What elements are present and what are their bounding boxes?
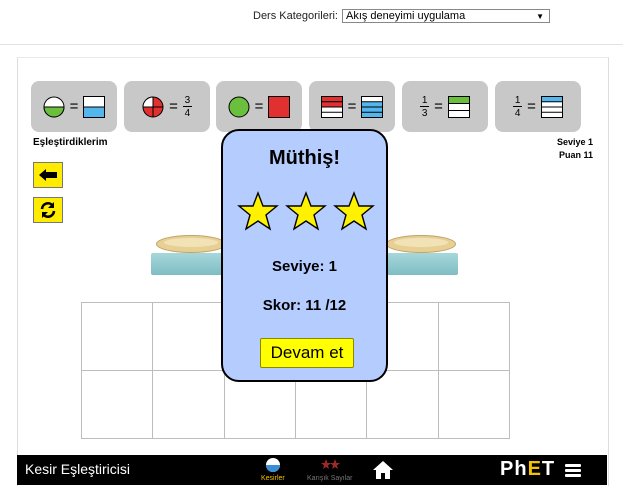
grid-cell[interactable] (82, 303, 154, 371)
hamburger-menu-icon[interactable] (565, 464, 581, 477)
home-button[interactable] (372, 460, 394, 485)
equals-sign: = (69, 98, 79, 115)
level-label: Seviye 1 (556, 137, 593, 147)
scale-base-right (378, 253, 458, 275)
simulation-area: = = 3 4 = = 1 3 = 1 4 = Eşleştirdiklerim… (17, 57, 609, 486)
circle-three-quarters-red-icon (142, 95, 164, 117)
star-icon (237, 191, 279, 231)
grid-cell[interactable] (153, 303, 225, 371)
grid-cell[interactable] (82, 371, 154, 439)
fraction-denominator: 3 (421, 107, 428, 119)
matched-card-3[interactable]: = (216, 81, 302, 132)
grid-cell[interactable] (153, 371, 225, 439)
nav-bar: Kesir Eşleştiricisi Kesirler Karışık Say… (17, 455, 607, 485)
rect-three-quarters-blue-icon (361, 95, 384, 118)
dialog-score: Skor: 11 /12 (262, 297, 347, 314)
circle-half-green-icon (43, 96, 65, 117)
tab-kesirler[interactable]: Kesirler (261, 457, 285, 482)
equals-sign: = (527, 98, 536, 115)
category-select[interactable]: Akış deneyimi uygulama ▼ (341, 9, 550, 23)
rect-half-blue-icon (83, 95, 106, 118)
mixed-numbers-icon (320, 459, 340, 469)
half-circle-icon (265, 458, 280, 472)
fraction-one-third: 1 3 (420, 94, 430, 119)
back-button[interactable] (33, 162, 63, 188)
fraction-three-quarters: 3 4 (182, 94, 192, 119)
continue-button[interactable]: Devam et (260, 338, 354, 368)
fraction-numerator: 3 (184, 94, 191, 106)
grid-cell[interactable] (367, 371, 439, 439)
logo-text: E (527, 458, 542, 480)
grid-cell[interactable] (438, 371, 510, 439)
star-icon (285, 191, 327, 231)
tab-karisik-sayilar[interactable]: Karışık Sayılar (307, 457, 353, 482)
level-complete-dialog: Müthiş! Seviye: 1 Skor: 11 /12 Devam et (221, 129, 388, 382)
logo-text: T (541, 458, 556, 480)
fraction-denominator: 4 (514, 107, 521, 119)
arrow-left-icon (39, 169, 57, 181)
matched-card-2[interactable]: = 3 4 (124, 81, 210, 132)
equals-sign: = (254, 98, 264, 115)
divider (0, 44, 623, 45)
circle-full-green-icon (228, 96, 250, 117)
matched-card-4[interactable]: = (309, 81, 395, 132)
rect-one-third-green-icon (447, 95, 470, 118)
matched-card-5[interactable]: 1 3 = (402, 81, 488, 132)
home-icon (373, 461, 393, 479)
logo-text: Ph (500, 458, 528, 480)
fraction-numerator: 1 (514, 94, 521, 106)
star-icon (333, 191, 375, 231)
chevron-down-icon: ▼ (536, 12, 544, 21)
scale-pan-left (156, 235, 226, 253)
scale-base-left (151, 253, 231, 275)
sim-title: Kesir Eşleştiricisi (25, 461, 131, 477)
refresh-button[interactable] (33, 197, 63, 223)
matched-card-6[interactable]: 1 4 = (495, 81, 581, 132)
grid-cell[interactable] (438, 303, 510, 371)
tab-label: Kesirler (261, 475, 285, 482)
equals-sign: = (434, 98, 443, 115)
category-select-value: Akış deneyimi uygulama (345, 10, 466, 22)
tab-label: Karışık Sayılar (307, 475, 353, 482)
fraction-one-quarter: 1 4 (513, 94, 523, 119)
rect-half-red-icon (320, 95, 343, 118)
dialog-title: Müthiş! (268, 147, 341, 169)
dialog-level: Seviye: 1 (271, 258, 338, 275)
fraction-numerator: 1 (421, 94, 428, 106)
score-label: Puan 11 (558, 150, 593, 160)
square-full-red-icon (268, 95, 291, 118)
category-label: Ders Kategorileri: (253, 10, 338, 22)
fraction-denominator: 4 (184, 107, 191, 119)
matched-label: Eşleştirdiklerim (33, 137, 108, 148)
stars-rating (237, 191, 375, 231)
refresh-icon (40, 202, 56, 218)
matched-card-1[interactable]: = (31, 81, 117, 132)
equals-sign: = (169, 98, 178, 115)
scale-pan-right (386, 235, 456, 253)
equals-sign: = (347, 98, 357, 115)
rect-one-quarter-blue-icon (540, 95, 563, 118)
phet-logo[interactable]: PhET (500, 458, 555, 481)
category-selector-row: Ders Kategorileri: Akış deneyimi uygulam… (253, 8, 550, 24)
